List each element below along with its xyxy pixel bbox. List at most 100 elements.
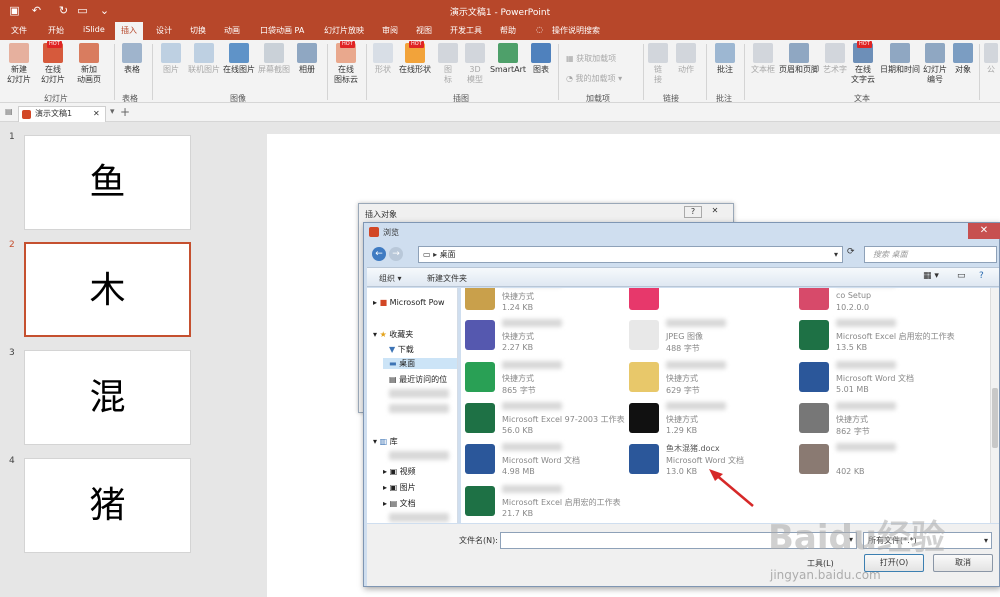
- address-dropdown-icon[interactable]: ▾: [834, 247, 838, 262]
- preview-pane-icon[interactable]: ▭: [957, 271, 966, 281]
- screenshot-button[interactable]: 屏幕截图: [257, 43, 291, 75]
- tab-menu-icon[interactable]: ▾: [110, 107, 115, 117]
- close-tab-icon[interactable]: ✕: [93, 107, 100, 121]
- file-item[interactable]: Microsoft Word 文档 4.98 MB: [465, 440, 635, 480]
- file-list-scrollbar[interactable]: [990, 288, 999, 523]
- smartart-button[interactable]: SmartArt: [489, 43, 527, 75]
- file-item[interactable]: 快捷方式 629 字节: [629, 358, 799, 398]
- search-input[interactable]: 搜索 桌面: [864, 246, 997, 263]
- link-button[interactable]: 链 接: [647, 43, 669, 85]
- online-shapes-button[interactable]: HOT 在线形状: [397, 41, 433, 75]
- forward-icon[interactable]: →: [389, 247, 403, 261]
- back-icon[interactable]: ←: [372, 247, 386, 261]
- scrollbar-thumb[interactable]: [992, 388, 998, 448]
- nav-item-microsoft-powerpoint[interactable]: ▸ ■ Microsoft Pow: [373, 298, 445, 307]
- equation-button[interactable]: 公: [983, 43, 999, 75]
- file-item[interactable]: BahraniApps: [629, 288, 799, 316]
- tab-home[interactable]: 开始: [48, 25, 64, 36]
- file-item[interactable]: co Setup 10.2.0.0: [799, 288, 969, 316]
- close-window-icon[interactable]: ✕: [968, 223, 1000, 239]
- slide-thumbnail-3[interactable]: 混: [24, 350, 191, 445]
- new-tab-icon[interactable]: +: [120, 105, 130, 119]
- tab-help[interactable]: 帮助: [500, 25, 516, 36]
- file-item[interactable]: 快捷方式 2.27 KB: [465, 316, 635, 356]
- date-time-button[interactable]: 日期和时间: [879, 43, 921, 75]
- view-options-icon[interactable]: ▦ ▾: [923, 271, 939, 281]
- nav-item-pictures[interactable]: ▸ ▣ 图片: [383, 482, 416, 493]
- document-tab[interactable]: 演示文稿1 ✕: [18, 106, 106, 122]
- tab-insert[interactable]: 插入: [115, 22, 143, 40]
- header-footer-button[interactable]: 页眉和页脚: [778, 43, 820, 75]
- word-cloud-button[interactable]: HOT 在线 文字云: [849, 41, 877, 85]
- tab-developer[interactable]: 开发工具: [450, 25, 482, 36]
- slide-thumbnail-2[interactable]: 木: [24, 242, 191, 337]
- nav-item-recent-places[interactable]: ▤ 最近访问的位: [389, 374, 447, 385]
- file-item[interactable]: Microsoft Excel 启用宏的工作表 13.5 KB: [799, 316, 969, 356]
- textbox-button[interactable]: 文本框: [749, 43, 777, 75]
- slide-number: 4: [9, 456, 15, 466]
- organize-button[interactable]: 组织 ▾: [379, 273, 402, 284]
- tab-islide[interactable]: iSlide: [83, 25, 105, 34]
- nav-item-downloads[interactable]: ▼ 下载: [389, 344, 414, 355]
- table-button[interactable]: 表格: [118, 43, 146, 75]
- chart-button[interactable]: 图表: [529, 43, 553, 75]
- file-type: Microsoft Excel 启用宏的工作表: [836, 332, 955, 341]
- file-item[interactable]: 快捷方式 1.29 KB: [629, 399, 799, 439]
- 3d-model-button[interactable]: 3D 模型: [463, 43, 487, 85]
- online-picture-icon: [194, 43, 214, 63]
- new-slide-button[interactable]: 新建 幻灯片: [4, 43, 34, 85]
- tab-view[interactable]: 视图: [416, 25, 432, 36]
- nav-item-favorites[interactable]: ▾ ★ 收藏夹: [373, 329, 413, 340]
- file-item[interactable]: Microsoft Word 文档 5.01 MB: [799, 358, 969, 398]
- tab-transitions[interactable]: 切换: [190, 25, 206, 36]
- help-button[interactable]: ?: [684, 206, 702, 218]
- file-item[interactable]: 快捷方式 862 字节: [799, 399, 969, 439]
- online-picture-button[interactable]: 联机图片: [187, 43, 221, 75]
- tab-list-icon[interactable]: ▤: [5, 107, 13, 116]
- new-folder-button[interactable]: 新建文件夹: [427, 273, 467, 284]
- album-button[interactable]: 相册: [294, 43, 320, 75]
- new-animation-page-button[interactable]: 新加 动画页: [74, 43, 104, 85]
- blurred-file-name: [666, 402, 726, 410]
- address-bar[interactable]: ▭ ▸ 桌面 ▾: [418, 246, 843, 263]
- file-item[interactable]: JPEG 图像 488 字节: [629, 316, 799, 356]
- tab-pocket-animation[interactable]: 口袋动画 PA: [260, 25, 304, 36]
- action-button[interactable]: 动作: [673, 43, 699, 75]
- get-addins-button[interactable]: ▦ 获取加载项: [566, 53, 616, 64]
- icon-cloud-button[interactable]: HOT 在线 图标云: [331, 41, 361, 85]
- documents-icon: ▤: [389, 499, 400, 508]
- file-type: 快捷方式: [666, 374, 698, 383]
- group-separator: [744, 44, 745, 100]
- my-addins-button[interactable]: ◔ 我的加载项 ▾: [566, 73, 622, 84]
- tab-animations[interactable]: 动画: [224, 25, 240, 36]
- nav-item-desktop[interactable]: ▬ 桌面: [383, 358, 457, 369]
- tab-review[interactable]: 审阅: [382, 25, 398, 36]
- tab-file[interactable]: 文件: [11, 25, 27, 36]
- file-item[interactable]: 402 KB: [799, 440, 969, 480]
- slide-number-button[interactable]: 幻灯片 编号: [921, 43, 949, 85]
- comment-button[interactable]: 批注: [712, 43, 738, 75]
- teams-shortcut-icon: [465, 320, 495, 350]
- close-button[interactable]: ✕: [704, 206, 726, 218]
- object-button[interactable]: 对象: [951, 43, 975, 75]
- shapes-button[interactable]: 形状: [370, 43, 396, 75]
- tell-me-search[interactable]: 操作说明搜索: [552, 25, 600, 36]
- picture-button[interactable]: 图片: [157, 43, 185, 75]
- slide-thumbnail-4[interactable]: 猪: [24, 458, 191, 553]
- wordart-button[interactable]: 艺术字: [822, 43, 848, 75]
- nav-item-documents[interactable]: ▸ ▤ 文档: [383, 498, 416, 509]
- tab-slideshow[interactable]: 幻灯片放映: [324, 25, 364, 36]
- file-item[interactable]: 快捷方式 865 字节: [465, 358, 635, 398]
- refresh-icon[interactable]: ⟳: [847, 247, 855, 257]
- online-slide-button[interactable]: HOT 在线 幻灯片: [38, 41, 68, 85]
- tab-design[interactable]: 设计: [156, 25, 172, 36]
- file-item[interactable]: Microsoft Excel 97-2003 工作表 56.0 KB: [465, 399, 635, 439]
- nav-item-videos[interactable]: ▸ ▣ 视频: [383, 466, 416, 477]
- online-image-button[interactable]: 在线图片: [222, 43, 256, 75]
- file-item[interactable]: 快捷方式 1.24 KB: [465, 288, 635, 316]
- nav-item-libraries[interactable]: ▾ ▥ 库: [373, 436, 398, 447]
- help-icon[interactable]: ?: [979, 271, 984, 281]
- icons-button[interactable]: 图 标: [437, 43, 459, 85]
- slide-thumbnail-1[interactable]: 鱼: [24, 135, 191, 230]
- file-item[interactable]: Microsoft Excel 启用宏的工作表 21.7 KB: [465, 482, 635, 522]
